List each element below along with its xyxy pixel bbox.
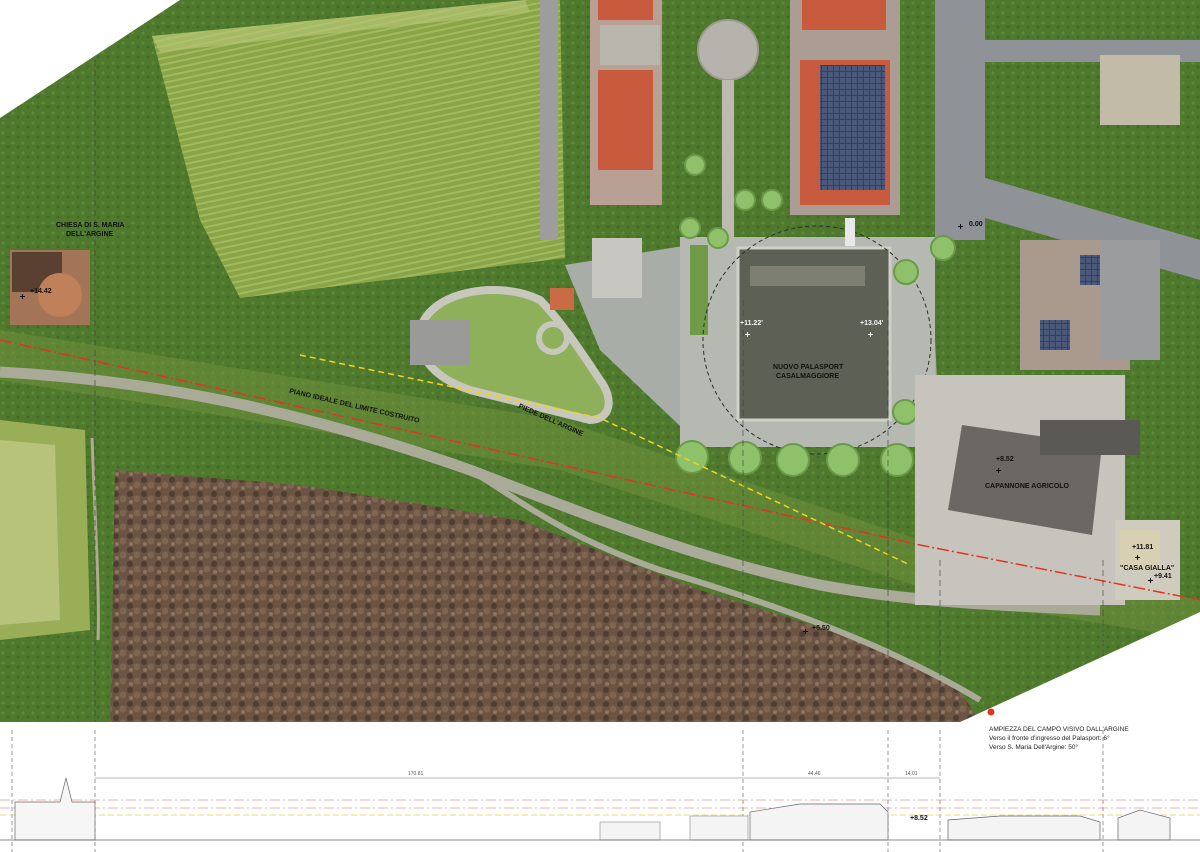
site-plan: CHIESA DI S. MARIA DELL'ARGINE NUOVO PAL…: [0, 0, 1200, 852]
elevation-casa-gialla-top: +11.81: [1132, 544, 1154, 551]
dimension-1: 170.81: [408, 771, 424, 777]
elevation-pin: [996, 468, 1001, 473]
aerial-photo: [0, 0, 1200, 722]
elevation-pin: [1148, 578, 1153, 583]
label-capannone: CAPANNONE AGRICOLO: [985, 483, 1069, 490]
label-chiesa-line1: CHIESA DI S. MARIA: [56, 222, 125, 229]
section-elevation: +8.52: [910, 815, 928, 822]
elevation-palasport-west: +11.22': [740, 320, 763, 327]
elevation-pin: [958, 224, 963, 229]
elevation-capannone: +8.52: [996, 456, 1014, 463]
label-palasport-line1: NUOVO PALASPORT: [773, 364, 844, 371]
elevation-road: +6.50: [812, 625, 830, 632]
elevation-pin: [745, 332, 750, 337]
section-capannone: [947, 815, 1101, 841]
elevation-street: 0.00: [969, 221, 983, 228]
site-section: [0, 730, 1200, 852]
elevation-pin: [1135, 555, 1140, 560]
dimension-2: 44.46: [808, 771, 821, 777]
label-chiesa-line2: DELL'ARGINE: [66, 231, 114, 238]
elevation-palasport-east: +13.04': [860, 320, 884, 327]
section-palasport: [749, 803, 889, 841]
section-church: [14, 777, 96, 841]
elevation-chiesa: +14.42: [30, 288, 52, 295]
label-palasport-line2: CASALMAGGIORE: [776, 373, 839, 380]
elevation-pin: [20, 294, 25, 299]
elevation-pin: [803, 629, 808, 634]
dimension-3: 14.01: [905, 771, 918, 777]
elevation-pin: [868, 332, 873, 337]
label-casa-gialla: "CASA GIALLA": [1120, 565, 1175, 572]
elevation-casa-gialla-bottom: +9.41: [1154, 573, 1172, 580]
